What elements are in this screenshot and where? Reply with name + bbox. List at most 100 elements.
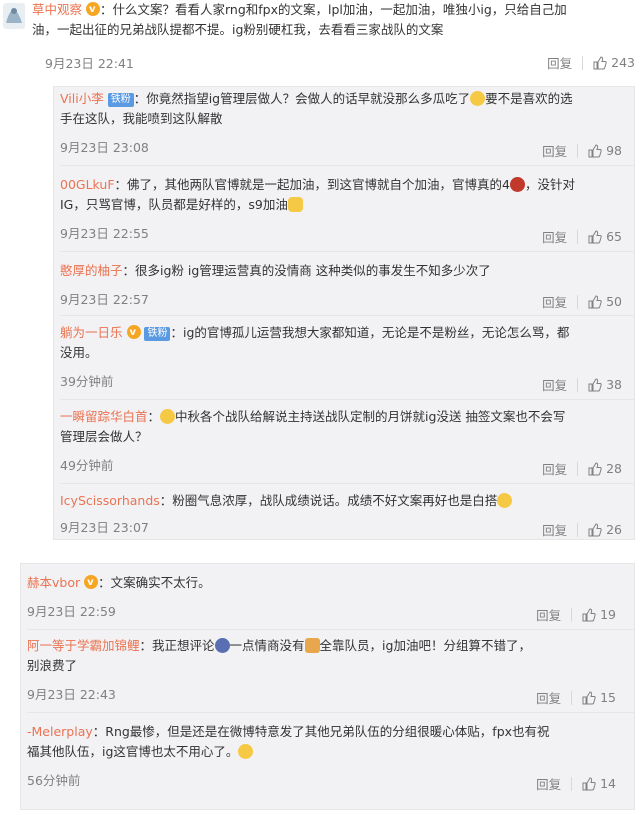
- like-button[interactable]: 26: [588, 522, 622, 537]
- comment-text-cont: 管理层会做人？: [60, 429, 148, 444]
- username[interactable]: 一瞬留踪华白首: [60, 409, 148, 424]
- username[interactable]: 阿一等于学霸加锦鲤: [27, 638, 140, 653]
- list-item: 00GLkuF：佛了，其他两队官博就是一起加油，到这官博就自个加油，官博真的4 ，…: [60, 175, 634, 252]
- divider: [60, 483, 634, 484]
- like-count: 65: [606, 229, 622, 244]
- comment-actions: 回复 26: [542, 520, 622, 539]
- username[interactable]: IcyScissorhands: [60, 493, 160, 508]
- hand-emoji-icon: [304, 638, 320, 653]
- reply-button[interactable]: 回复: [547, 53, 572, 72]
- like-count: 14: [600, 776, 616, 791]
- reply-button[interactable]: 回复: [542, 375, 567, 394]
- comment-actions: 回复 243: [547, 53, 635, 72]
- reply-button[interactable]: 回复: [542, 292, 567, 311]
- divider: [577, 377, 579, 392]
- fan-badge: 铁粉: [107, 93, 134, 107]
- comment-text-cont: 一点情商没有: [229, 638, 305, 653]
- like-count: 28: [606, 461, 622, 476]
- comment-actions: 回复 28: [542, 459, 622, 478]
- like-count: 98: [606, 143, 622, 158]
- comment-body: 草中观察 ：什么文案？看看人家rng和fpx的文案，lpl加油，一起加油，唯独小…: [32, 0, 637, 40]
- like-button[interactable]: 28: [588, 461, 622, 476]
- like-button[interactable]: 38: [588, 377, 622, 392]
- comment-actions: 回复 38: [542, 375, 622, 394]
- list-item: IcyScissorhands：粉圈气息浓厚，战队成绩说话。成绩不好文案再好也是…: [60, 491, 634, 539]
- comment-text-cont2: 手在这队，我能喷到这队解散: [60, 111, 223, 126]
- thumbs-up-icon: [588, 143, 602, 157]
- reply-button[interactable]: 回复: [536, 688, 561, 707]
- comment-text: ：文案确实不太行。: [98, 575, 211, 590]
- username[interactable]: 憨厚的柚子: [60, 263, 123, 278]
- reply-list: Vili小李 铁粉 ：你竟然指望ig管理层做人？会做人的话早就没那么多瓜吃了 要不是…: [53, 86, 635, 540]
- comment-actions: 回复 65: [542, 227, 622, 246]
- reply-button[interactable]: 回复: [542, 141, 567, 160]
- comment-text-cont: 没用。: [60, 345, 98, 360]
- like-button[interactable]: 15: [582, 690, 616, 705]
- timestamp: 9月23日 22:41: [45, 56, 134, 71]
- grin-emoji-icon: [160, 409, 176, 424]
- username[interactable]: 躺为一日乐: [60, 325, 123, 340]
- divider: [60, 315, 634, 316]
- like-button[interactable]: 19: [582, 607, 616, 622]
- divider: [577, 143, 579, 158]
- list-item: 阿一等于学霸加锦鲤：我正想评论 一点情商没有 全靠队员，ig加油吧！分组算不错了， …: [27, 636, 634, 713]
- username[interactable]: -Melerplay: [27, 724, 93, 739]
- comment-actions: 回复 15: [536, 688, 616, 707]
- like-button[interactable]: 98: [588, 143, 622, 158]
- reply-button[interactable]: 回复: [536, 605, 561, 624]
- comment-text: ：佛了，其他两队官博就是一起加油，到这官博就自个加油，官博真的4: [114, 177, 510, 192]
- like-button[interactable]: 50: [588, 294, 622, 309]
- main-comment: 草中观察 ：什么文案？看看人家rng和fpx的文案，lpl加油，一起加油，唯独小…: [0, 0, 641, 78]
- list-item: Vili小李 铁粉 ：你竟然指望ig管理层做人？会做人的话早就没那么多瓜吃了 要不是…: [60, 89, 634, 166]
- avatar[interactable]: [3, 3, 25, 29]
- comment-actions: 回复 98: [542, 141, 622, 160]
- vip-badge-icon: [86, 0, 100, 20]
- like-count: 19: [600, 607, 616, 622]
- thumbs-up-icon: [593, 55, 607, 69]
- like-button[interactable]: 14: [582, 776, 616, 791]
- comment-actions: 回复 14: [536, 774, 616, 793]
- divider: [60, 399, 634, 400]
- thumbs-up-icon: [588, 461, 602, 475]
- smile-emoji-icon: [470, 91, 486, 106]
- thumbs-up-icon: [588, 229, 602, 243]
- divider: [577, 461, 579, 476]
- username[interactable]: 赫本vbor: [27, 575, 80, 590]
- comment-actions: 回复 19: [536, 605, 616, 624]
- thumbs-up-icon: [582, 607, 596, 621]
- comment-text-cont: ，没针对: [525, 177, 576, 192]
- comment-text: ：你竟然指望ig管理层做人？会做人的话早就没那么多瓜吃了: [133, 91, 471, 106]
- comment-text-cont: 福其他队伍，ig这官博也太不用心了。: [27, 744, 239, 759]
- divider: [60, 251, 634, 252]
- muscle-emoji-icon: [287, 197, 303, 212]
- list-item: -Melerplay：Rng最惨，但是还是在微博特意发了其他兄弟队伍的分组很暖心…: [27, 722, 634, 792]
- divider: [60, 165, 634, 166]
- list-item: 憨厚的柚子：很多ig粉 ig管理运营真的没情商 这种类似的事发生不知多少次了 9…: [60, 261, 634, 316]
- reply-button[interactable]: 回复: [536, 774, 561, 793]
- reply-button[interactable]: 回复: [542, 459, 567, 478]
- list-item: 一瞬留踪华白首： 中秋各个战队给解说主持送战队定制的月饼就ig没送 抽签文案也不会…: [60, 407, 634, 484]
- username[interactable]: 00GLkuF: [60, 177, 115, 192]
- username[interactable]: Vili小李: [60, 91, 104, 106]
- like-button[interactable]: 243: [593, 55, 635, 70]
- comment-text: ：Rng最惨，但是还是在微博特意发了其他兄弟队伍的分组很暖心体贴，fpx也有祝: [92, 724, 550, 739]
- like-button[interactable]: 65: [588, 229, 622, 244]
- comment-text: ：粉圈气息浓厚，战队成绩说话。成绩不好文案再好也是白搭: [159, 493, 498, 508]
- divider: [577, 294, 579, 309]
- like-count: 26: [606, 522, 622, 537]
- divider: [27, 712, 634, 713]
- vip-badge-icon: [84, 573, 99, 593]
- username[interactable]: 草中观察: [32, 2, 82, 17]
- comment-text: ：什么文案？看看人家rng和fpx的文案，lpl加油，一起加油，唯独小ig，只给…: [100, 2, 567, 17]
- list-item: 躺为一日乐 铁粉：ig的官博孤儿运营我想大家都知道，无论是不是粉丝，无论怎么骂，…: [60, 323, 634, 400]
- vip-badge-icon: [126, 323, 141, 343]
- thumbs-up-icon: [582, 690, 596, 704]
- thumbs-up-icon: [582, 776, 596, 790]
- like-count: 38: [606, 377, 622, 392]
- comment-actions: 回复 50: [542, 292, 622, 311]
- reply-button[interactable]: 回复: [542, 227, 567, 246]
- comment-text: ：ig的官博孤儿运营我想大家都知道，无论是不是粉丝，无论怎么骂，都: [170, 325, 570, 340]
- comment-text-cont: 油，一起出征的兄弟战队提都不提。ig粉别硬杠我，去看看三家战队的文案: [32, 22, 444, 37]
- fan-badge: 铁粉: [144, 327, 171, 341]
- reply-button[interactable]: 回复: [542, 520, 567, 539]
